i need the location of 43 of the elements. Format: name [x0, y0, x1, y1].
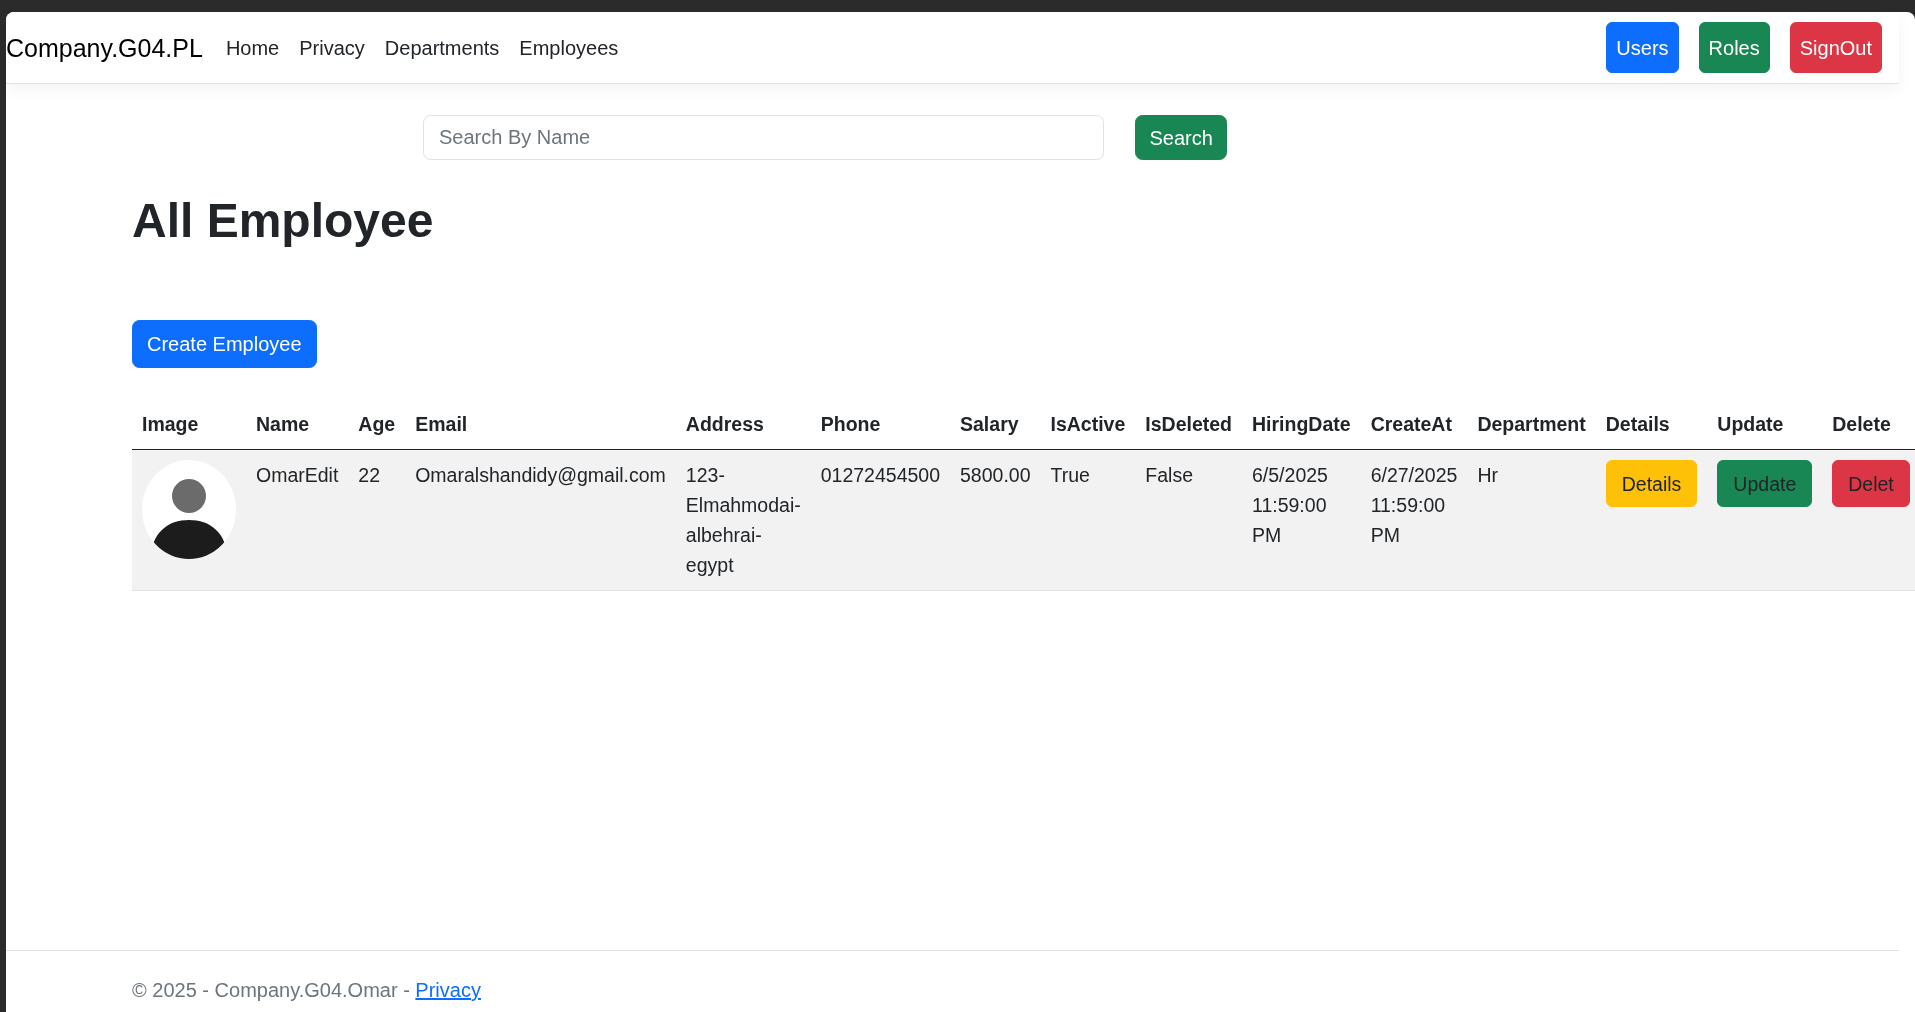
copyright-text: © 2025 - Company.G04.Omar - Privacy [132, 979, 481, 1001]
column-header: Delete [1822, 399, 1915, 450]
create-employee-button[interactable]: Create Employee [132, 320, 317, 368]
column-header: IsDeleted [1135, 399, 1242, 450]
nav-button[interactable]: Users [1606, 22, 1679, 73]
page-heading: All Employee [132, 193, 434, 249]
nav-button[interactable]: SignOut [1789, 22, 1882, 73]
column-header: Address [675, 399, 811, 450]
nav-link[interactable]: Employees [509, 32, 629, 63]
column-header: IsActive [1040, 399, 1136, 450]
column-header: Image [132, 399, 246, 450]
row-action-button[interactable]: Details [1605, 460, 1698, 507]
table-cell: 01272454500 [810, 449, 950, 591]
column-header: Phone [810, 399, 950, 450]
table-cell: 123-Elmahmodai-albehrai-egypt [675, 449, 811, 591]
table-cell: 6/27/2025 11:59:00 PM [1360, 449, 1468, 591]
table-cell: 6/5/2025 11:59:00 PM [1242, 449, 1361, 591]
row-action-button[interactable]: Delet [1832, 460, 1910, 507]
column-header: Name [246, 399, 349, 450]
column-header: Email [405, 399, 676, 450]
column-header: Details [1595, 399, 1708, 450]
brand-link[interactable]: Company.G04.PL [6, 32, 203, 63]
table-cell: False [1135, 449, 1242, 591]
column-header: Age [348, 399, 406, 450]
nav-button[interactable]: Roles [1698, 22, 1770, 73]
search-field[interactable]: Search By Name [423, 115, 1104, 160]
column-header: CreateAt [1360, 399, 1468, 450]
privacy-link[interactable]: Privacy [415, 979, 481, 1001]
nav-link[interactable]: Departments [374, 32, 510, 63]
table-cell: OmarEdit [246, 449, 349, 591]
table-cell: True [1040, 449, 1136, 591]
column-header: Update [1707, 399, 1823, 450]
nav-link[interactable]: Privacy [289, 32, 375, 63]
table-cell: Hr [1467, 449, 1596, 591]
table-cell: 5800.00 [950, 449, 1041, 591]
table-cell: 22 [348, 449, 406, 591]
row-action-button[interactable]: Update [1717, 460, 1813, 507]
column-header: HiringDate [1242, 399, 1361, 450]
table-cell: Omaralshandidy@gmail.com [405, 449, 676, 591]
search-button[interactable]: Search [1135, 115, 1228, 160]
column-header: Salary [950, 399, 1041, 450]
nav-link[interactable]: Home [215, 32, 290, 63]
column-header: Department [1467, 399, 1596, 450]
